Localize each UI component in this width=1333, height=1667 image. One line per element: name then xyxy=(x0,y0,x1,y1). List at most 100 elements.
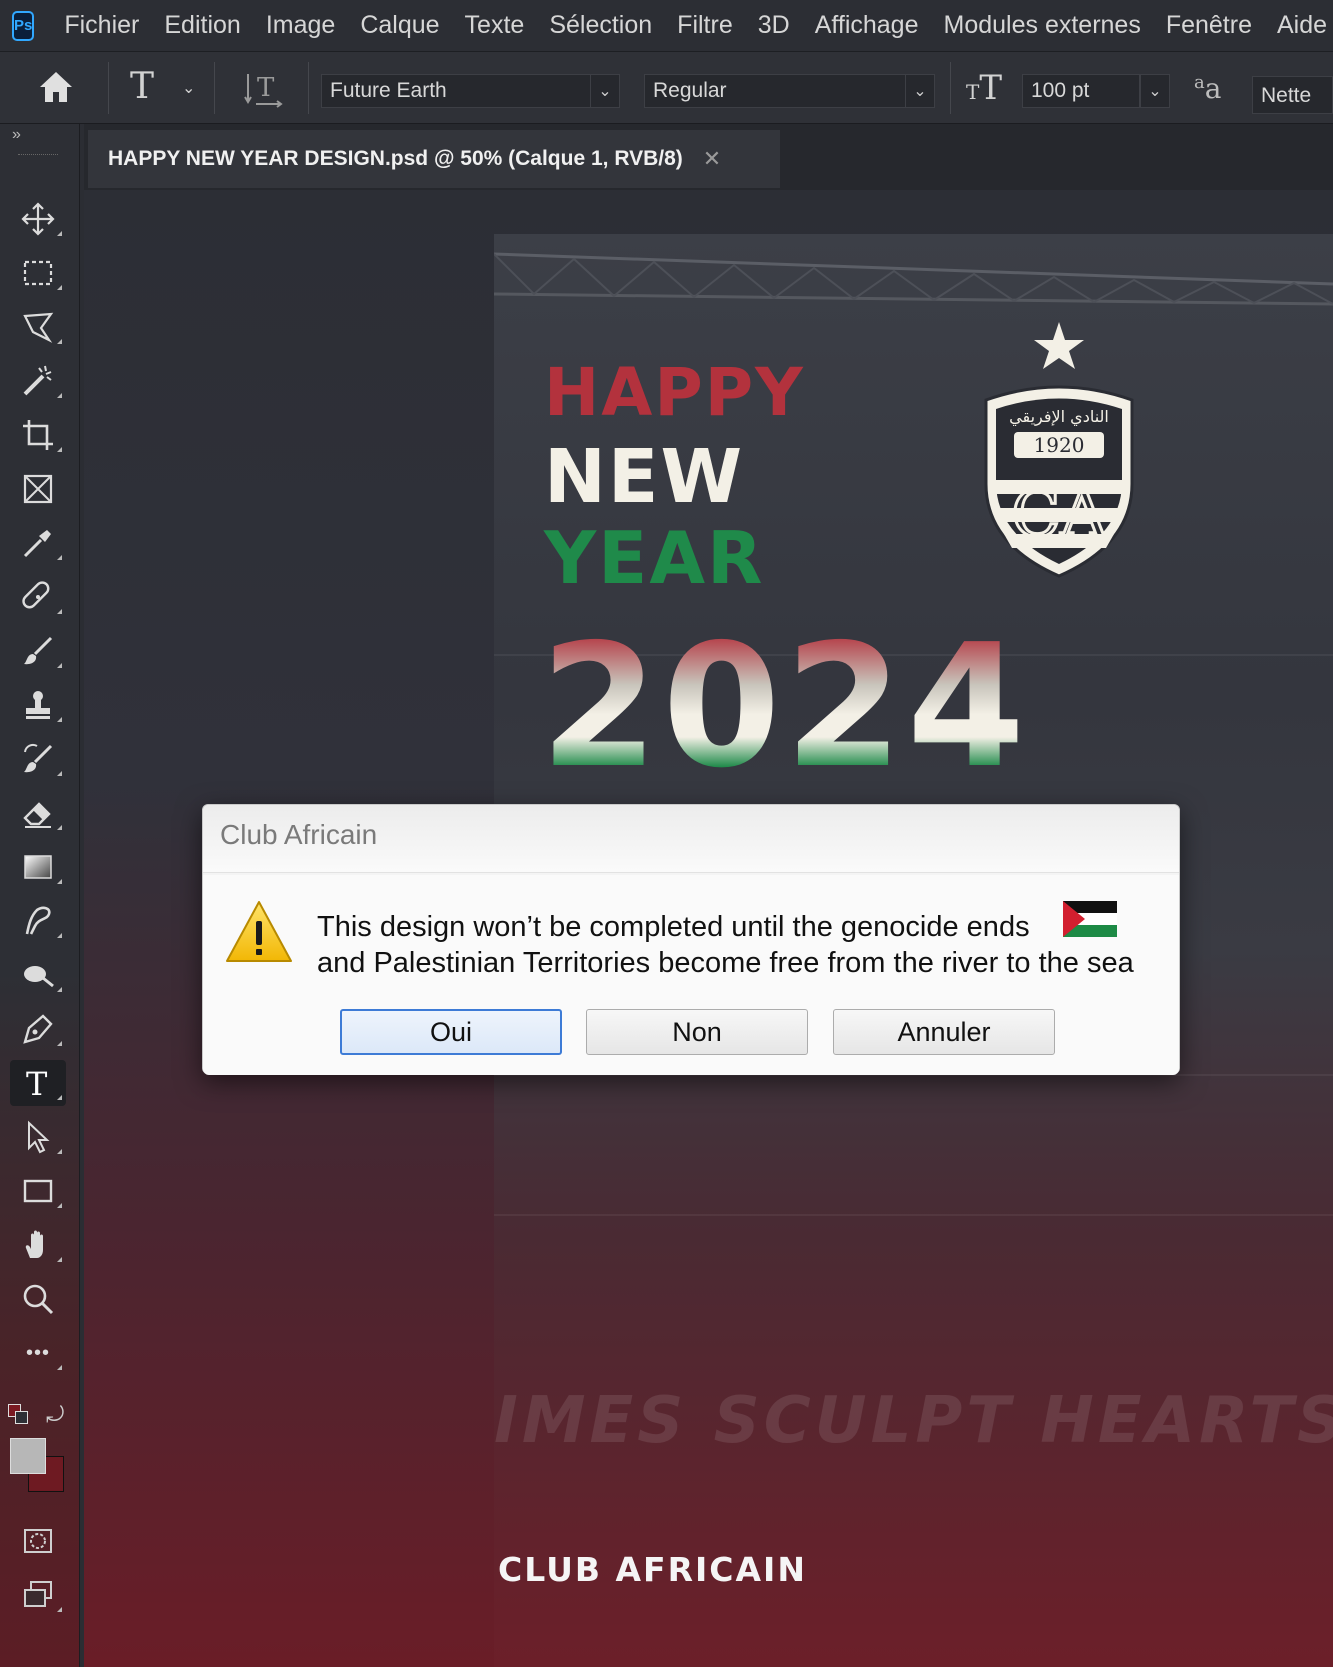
font-size-dropdown[interactable]: ⌄ xyxy=(1140,74,1170,108)
menu-edition[interactable]: Edition xyxy=(164,11,240,40)
crest-arabic-name: النادي الإفريقي xyxy=(1009,407,1109,427)
pen-icon xyxy=(23,1014,53,1044)
home-icon xyxy=(40,72,72,102)
path-selection-tool[interactable] xyxy=(10,1114,66,1160)
zoom-tool[interactable] xyxy=(10,1276,66,1322)
healing-brush-tool[interactable] xyxy=(10,574,66,620)
default-colors-icon[interactable] xyxy=(8,1404,30,1426)
warning-icon xyxy=(226,901,292,962)
swap-colors-icon[interactable]: ⤾ xyxy=(46,1402,64,1428)
close-icon[interactable]: ✕ xyxy=(703,146,721,172)
eyedropper-tool[interactable] xyxy=(10,520,66,566)
move-icon xyxy=(21,202,55,236)
menu-image[interactable]: Image xyxy=(266,11,335,40)
photoshop-logo-icon: Ps xyxy=(12,10,35,41)
chevron-down-icon[interactable]: ⌄ xyxy=(182,78,195,98)
annuler-button[interactable]: Annuler xyxy=(833,1009,1055,1055)
menu-calque[interactable]: Calque xyxy=(360,11,439,40)
eraser-tool[interactable] xyxy=(10,790,66,836)
background-texture xyxy=(494,1214,1333,1216)
frame-tool[interactable] xyxy=(10,466,66,512)
antialias-field[interactable]: Nette xyxy=(1252,76,1333,114)
brush-tool[interactable] xyxy=(10,628,66,674)
magic-wand-tool[interactable] xyxy=(10,358,66,404)
lasso-icon xyxy=(23,312,54,343)
menu-3d[interactable]: 3D xyxy=(758,11,790,40)
smudge-icon xyxy=(25,906,51,935)
screen-mode-button[interactable] xyxy=(10,1572,66,1618)
home-button[interactable] xyxy=(38,70,74,109)
rectangle-icon xyxy=(23,1179,53,1203)
font-size-icon: TT xyxy=(966,68,1003,108)
separator xyxy=(214,62,215,114)
menu-fichier[interactable]: Fichier xyxy=(64,11,139,40)
font-style-dropdown[interactable]: ⌄ xyxy=(905,74,935,108)
hand-tool[interactable] xyxy=(10,1222,66,1268)
happy-text: HAPPY xyxy=(544,354,805,431)
svg-text:T: T xyxy=(257,73,275,103)
separator xyxy=(108,62,109,114)
menu-aide[interactable]: Aide xyxy=(1277,11,1327,40)
more-tools-icon: ••• xyxy=(25,1341,50,1364)
antialias-icon: aa xyxy=(1194,72,1222,105)
font-family-dropdown[interactable]: ⌄ xyxy=(590,74,620,108)
document-tab-title: HAPPY NEW YEAR DESIGN.psd @ 50% (Calque … xyxy=(108,147,683,170)
separator xyxy=(950,62,951,114)
eraser-icon xyxy=(23,802,51,828)
type-tool[interactable]: T xyxy=(10,1060,66,1106)
menu-modules-externes[interactable]: Modules externes xyxy=(944,11,1141,40)
quick-mask-button[interactable] xyxy=(10,1518,66,1564)
menu-filtre[interactable]: Filtre xyxy=(677,11,733,40)
document-tab-bar: HAPPY NEW YEAR DESIGN.psd @ 50% (Calque … xyxy=(84,124,1333,190)
dialog-body: This design won’t be completed until the… xyxy=(203,875,1179,1075)
gradient-icon xyxy=(24,855,52,879)
dialog-title: Club Africain xyxy=(220,819,378,850)
font-style-field[interactable]: Regular xyxy=(644,74,906,108)
foreground-color-swatch[interactable] xyxy=(10,1438,46,1474)
stadium-roof-image xyxy=(494,252,1333,306)
type-tool-preset-button[interactable]: T xyxy=(130,66,154,107)
menu-fenetre[interactable]: Fenêtre xyxy=(1166,11,1252,40)
dodge-tool[interactable] xyxy=(10,952,66,998)
stadium-banner-text: IMES SCULPT HEARTS,FO xyxy=(494,1384,1333,1458)
oui-button[interactable]: Oui xyxy=(340,1009,562,1055)
lasso-tool[interactable] xyxy=(10,304,66,350)
marquee-tool[interactable] xyxy=(10,250,66,296)
more-tools-button[interactable]: ••• xyxy=(10,1330,66,1376)
eyedropper-icon xyxy=(23,530,51,558)
dodge-icon xyxy=(24,966,54,988)
font-family-field[interactable]: Future Earth xyxy=(321,74,591,108)
menu-texte[interactable]: Texte xyxy=(465,11,525,40)
history-brush-tool[interactable] xyxy=(10,736,66,782)
separator xyxy=(308,62,309,114)
path-select-icon xyxy=(28,1120,50,1154)
color-swatches-icon[interactable] xyxy=(8,1436,68,1496)
zoom-icon xyxy=(23,1284,54,1315)
font-size-field[interactable]: 100 pt xyxy=(1022,74,1140,108)
rectangle-tool[interactable] xyxy=(10,1168,66,1214)
stamp-icon xyxy=(26,691,50,719)
crop-tool[interactable] xyxy=(10,412,66,458)
pen-tool[interactable] xyxy=(10,1006,66,1052)
chevron-down-icon: ⌄ xyxy=(913,83,927,100)
smudge-tool[interactable] xyxy=(10,898,66,944)
dialog-message-line-1: This design won’t be completed until the… xyxy=(317,911,1030,943)
crop-icon xyxy=(23,420,53,450)
type-tool-glyph: T xyxy=(130,66,155,107)
text-orientation-icon[interactable]: T xyxy=(244,70,284,113)
menu-affichage[interactable]: Affichage xyxy=(815,11,919,40)
gradient-tool[interactable] xyxy=(10,844,66,890)
document-tab[interactable]: HAPPY NEW YEAR DESIGN.psd @ 50% (Calque … xyxy=(88,130,780,188)
brush-icon xyxy=(24,636,53,665)
move-tool[interactable] xyxy=(10,196,66,242)
clone-stamp-tool[interactable] xyxy=(10,682,66,728)
panel-grip[interactable] xyxy=(18,154,58,157)
palestine-flag-icon xyxy=(1063,901,1117,937)
new-text: NEW xyxy=(544,434,745,520)
screen-mode-icon xyxy=(24,1581,52,1607)
menu-selection[interactable]: Sélection xyxy=(549,11,652,40)
hand-icon xyxy=(25,1230,43,1258)
dialog-titlebar[interactable]: Club Africain xyxy=(203,805,1179,873)
collapse-panel-icon[interactable]: » xyxy=(12,126,21,144)
non-button[interactable]: Non xyxy=(586,1009,808,1055)
